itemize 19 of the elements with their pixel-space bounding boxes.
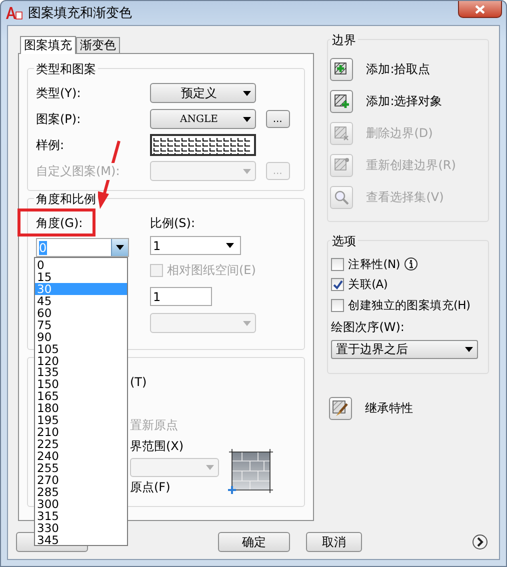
checkbox-label: 关联(A) bbox=[348, 277, 388, 292]
field-label: 绘图次序(W): bbox=[331, 319, 404, 336]
option-label: 界范围(X) bbox=[130, 438, 184, 455]
option-label: 置新原点 bbox=[130, 417, 178, 434]
window-title: 图案填充和渐变色 bbox=[28, 5, 132, 22]
field-label: 类型(Y): bbox=[36, 84, 81, 102]
group-title: 选项 bbox=[330, 233, 358, 250]
field-label: 样例: bbox=[36, 136, 64, 154]
checkbox-label: 相对图纸空间(E) bbox=[167, 262, 256, 278]
group-title: 类型和图案 bbox=[34, 61, 98, 78]
checkbox-label: 创建独立的图案填充(H) bbox=[348, 298, 470, 313]
field-label: 图案(P): bbox=[36, 110, 81, 128]
field-label: 自定义图案(M): bbox=[36, 162, 120, 180]
field-label: 角度(G): bbox=[36, 215, 84, 232]
group-title: 角度和比例 bbox=[34, 191, 98, 208]
option-label: (T) bbox=[130, 375, 147, 390]
option-label: 原点(F) bbox=[130, 479, 170, 496]
checkbox-label: 注释性(N) bbox=[348, 256, 400, 272]
field-label: 比例(S): bbox=[150, 215, 196, 232]
